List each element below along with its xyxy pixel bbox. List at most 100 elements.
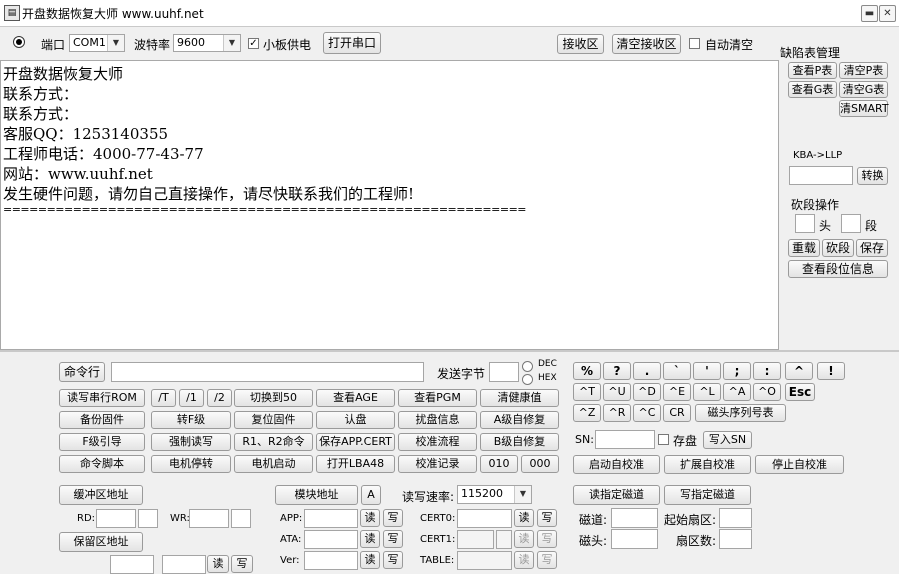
key-ctrl-e-button[interactable]: ^E [663,383,691,401]
key-semicolon-button[interactable]: ; [723,362,751,380]
wr-input-ext[interactable] [231,509,251,528]
cert0-read-button[interactable]: 读 [514,509,534,527]
to-f-level-button[interactable]: 转F级 [151,411,231,429]
motor-stop-button[interactable]: 电机停转 [151,455,231,473]
key-ctrl-l-button[interactable]: ^L [693,383,721,401]
head-num-input[interactable] [611,529,658,549]
key-cr-button[interactable]: CR [663,404,691,422]
stop-calibration-button[interactable]: 停止自校准 [755,455,844,474]
key-quote-button[interactable]: ' [693,362,721,380]
code-010-button[interactable]: 010 [480,455,518,473]
reserve-address-button[interactable]: 保留区地址 [59,532,143,552]
cert1-write-button[interactable]: 写 [537,530,557,548]
receive-area[interactable]: 开盘数据恢复大师 联系方式： 联系方式： 客服QQ：1253140355 工程师… [0,60,779,350]
ata-input[interactable] [304,530,358,549]
minimize-button[interactable]: ▬ [861,5,878,22]
start-calibration-button[interactable]: 启动自校准 [573,455,660,474]
slash-t-button[interactable]: /T [151,389,176,407]
head-input[interactable] [795,214,815,233]
key-ctrl-c-button[interactable]: ^C [633,404,661,422]
motor-start-button[interactable]: 电机启动 [234,455,313,473]
module-address-button[interactable]: 模块地址 [275,485,358,505]
reset-firmware-button[interactable]: 复位固件 [234,411,313,429]
ver-write-button[interactable]: 写 [383,551,403,569]
key-exclaim-button[interactable]: ! [817,362,845,380]
write-track-button[interactable]: 写指定磁道 [664,485,751,505]
save-segment-button[interactable]: 保存 [856,239,888,257]
ata-read-button[interactable]: 读 [360,530,380,548]
cert1-input[interactable] [457,530,494,549]
port-select[interactable]: COM1 ▼ [69,34,125,52]
cert1-read-button[interactable]: 读 [514,530,534,548]
speed-select[interactable]: 115200 ▼ [457,485,532,504]
code-000-button[interactable]: 000 [521,455,559,473]
key-colon-button[interactable]: : [753,362,781,380]
kba-input[interactable] [789,166,853,185]
view-p-table-button[interactable]: 查看P表 [788,62,837,79]
key-ctrl-u-button[interactable]: ^U [603,383,631,401]
app-read-button[interactable]: 读 [360,509,380,527]
open-port-button[interactable]: 打开串口 [323,32,381,54]
slash-1-button[interactable]: /1 [179,389,204,407]
command-script-button[interactable]: 命令脚本 [59,455,145,473]
command-input[interactable] [111,362,424,382]
close-button[interactable]: ✕ [879,5,896,22]
view-age-button[interactable]: 查看AGE [316,389,395,407]
power-checkbox[interactable]: ✓ [248,38,259,49]
key-dot-button[interactable]: . [633,362,661,380]
read-track-button[interactable]: 读指定磁道 [573,485,660,505]
head-serial-table-button[interactable]: 磁头序列号表 [695,404,786,422]
buffer-address-button[interactable]: 缓冲区地址 [59,485,143,505]
key-caret-button[interactable]: ^ [785,362,813,380]
reserve-write-button[interactable]: 写 [231,555,253,573]
slash-2-button[interactable]: /2 [207,389,232,407]
key-ctrl-o-button[interactable]: ^O [753,383,781,401]
key-ctrl-r-button[interactable]: ^R [603,404,631,422]
key-ctrl-d-button[interactable]: ^D [633,383,661,401]
key-ctrl-a-button[interactable]: ^A [723,383,751,401]
receive-area-button[interactable]: 接收区 [557,34,604,54]
key-ctrl-t-button[interactable]: ^T [573,383,601,401]
rd-input[interactable] [96,509,136,528]
cert0-input[interactable] [457,509,512,528]
key-backtick-button[interactable]: ` [663,362,691,380]
baud-select[interactable]: 9600 ▼ [173,34,241,52]
cert0-write-button[interactable]: 写 [537,509,557,527]
a-button[interactable]: A [361,485,381,505]
key-esc-button[interactable]: Esc [785,383,815,401]
convert-button[interactable]: 转换 [857,167,888,185]
b-level-repair-button[interactable]: B级自修复 [480,433,559,451]
f-level-boot-button[interactable]: F级引导 [59,433,145,451]
clear-receive-button[interactable]: 清空接收区 [612,34,681,54]
open-lba48-button[interactable]: 打开LBA48 [316,455,395,473]
wr-input[interactable] [189,509,229,528]
command-line-button[interactable]: 命令行 [59,362,105,382]
force-rw-button[interactable]: 强制读写 [151,433,231,451]
identify-disk-button[interactable]: 认盘 [316,411,395,429]
segment-input[interactable] [841,214,861,233]
r1-r2-command-button[interactable]: R1、R2命令 [234,433,313,451]
dec-radio[interactable] [522,361,533,372]
app-input[interactable] [304,509,358,528]
reserve-read-button[interactable]: 读 [207,555,229,573]
auto-clear-checkbox[interactable] [689,38,700,49]
key-ctrl-z-button[interactable]: ^Z [573,404,601,422]
key-percent-button[interactable]: % [573,362,601,380]
sn-input[interactable] [595,430,655,449]
rw-serial-rom-button[interactable]: 读写串行ROM [59,389,145,407]
clear-health-button[interactable]: 清健康值 [480,389,559,407]
cut-button[interactable]: 砍段 [822,239,854,257]
view-g-table-button[interactable]: 查看G表 [788,81,837,98]
cert1-input-ext[interactable] [496,530,512,549]
rd-input-ext[interactable] [138,509,158,528]
save-disk-checkbox[interactable] [658,434,669,445]
ata-write-button[interactable]: 写 [383,530,403,548]
switch-to-50-button[interactable]: 切换到50 [234,389,313,407]
save-app-cert-button[interactable]: 保存APP.CERT [316,433,395,451]
sector-count-input[interactable] [719,529,752,549]
table-write-button[interactable]: 写 [537,551,557,569]
a-level-repair-button[interactable]: A级自修复 [480,411,559,429]
send-bytes-input[interactable] [489,362,519,382]
clear-g-table-button[interactable]: 清空G表 [839,81,888,98]
table-read-button[interactable]: 读 [514,551,534,569]
